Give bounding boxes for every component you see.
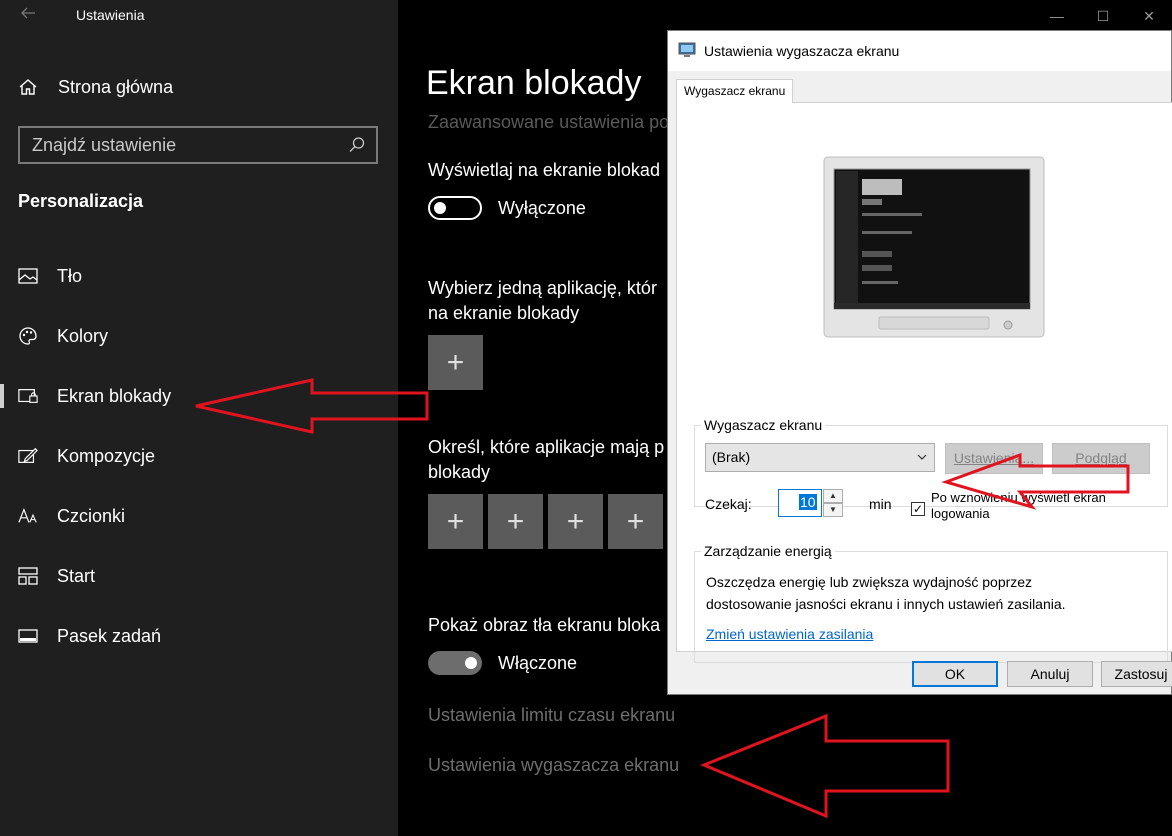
lock-screen-icon <box>18 386 38 406</box>
taskbar-icon <box>18 626 38 646</box>
close-icon[interactable]: ✕ <box>1126 0 1172 32</box>
power-group-title: Zarządzanie energią <box>701 543 835 559</box>
add-quick-app-button[interactable]: + <box>428 494 483 549</box>
chevron-down-icon <box>916 450 928 466</box>
home-label: Strona główna <box>58 76 174 97</box>
change-power-settings-link[interactable]: Zmień ustawienia zasilania <box>706 626 873 642</box>
screensaver-dialog: Ustawienia wygaszacza ekranu Wygaszacz e… <box>667 30 1172 695</box>
screensaver-settings-button[interactable]: Ustawienia... <box>945 443 1043 474</box>
add-quick-app-button[interactable]: + <box>488 494 543 549</box>
add-quick-app-button[interactable]: + <box>548 494 603 549</box>
section-title: Personalizacja <box>18 191 144 211</box>
theme-brush-icon <box>18 446 38 466</box>
show-on-lock-state: Wyłączone <box>498 198 586 218</box>
back-arrow-icon[interactable] <box>16 4 40 28</box>
add-detailed-app-button[interactable]: + <box>428 335 483 390</box>
dialog-title-bar: Ustawienia wygaszacza ekranu <box>668 31 1171 71</box>
sidebar-item-taskbar[interactable]: Pasek zadań <box>0 606 398 666</box>
sidebar: Ustawienia Strona główna Personalizacja … <box>0 0 398 836</box>
tab-screensaver[interactable]: Wygaszacz ekranu <box>676 79 794 103</box>
cancel-button[interactable]: Anuluj <box>1007 661 1093 687</box>
app-title: Ustawienia <box>76 7 145 23</box>
dialog-title: Ustawienia wygaszacza ekranu <box>704 43 900 59</box>
wait-minutes-value: 10 <box>799 494 817 510</box>
sidebar-item-label: Kompozycje <box>57 445 156 466</box>
show-bg-toggle[interactable] <box>428 651 482 675</box>
screensaver-settings-link[interactable]: Ustawienia wygaszacza ekranu <box>428 755 679 776</box>
search-icon[interactable] <box>348 136 366 154</box>
wait-unit: min <box>869 496 892 512</box>
sidebar-item-themes[interactable]: Kompozycje <box>0 426 398 486</box>
palette-icon <box>18 326 38 346</box>
show-on-lock-toggle[interactable] <box>428 196 482 220</box>
power-description-cont: dostosowanie jasności ekranu i innych us… <box>706 596 1066 612</box>
screensaver-select-value: (Brak) <box>712 449 751 465</box>
show-bg-state: Włączone <box>498 653 578 673</box>
home-icon <box>18 77 38 97</box>
window-controls: — ☐ ✕ <box>1034 0 1172 32</box>
advanced-settings-link[interactable]: Zaawansowane ustawienia po <box>428 112 669 133</box>
show-on-lock-label: Wyświetlaj na ekranie blokad <box>428 160 660 180</box>
resume-logon-label-cont: logowania <box>931 506 990 521</box>
wait-label: Czekaj: <box>705 496 752 512</box>
apply-button[interactable]: Zastosuj <box>1101 661 1172 687</box>
monitor-app-icon <box>678 41 696 59</box>
quick-apps-label-cont: blokady <box>428 462 491 482</box>
sidebar-item-label: Ekran blokady <box>57 385 172 406</box>
image-icon <box>18 266 38 286</box>
home-nav-item[interactable]: Strona główna <box>18 72 173 102</box>
screensaver-select[interactable]: (Brak) <box>705 443 935 472</box>
screen-timeout-link[interactable]: Ustawienia limitu czasu ekranu <box>428 705 675 726</box>
power-description: Oszczędza energię lub zwiększa wydajność… <box>706 574 1033 590</box>
spin-down-icon[interactable]: ▼ <box>823 503 843 517</box>
tab-panel: Wygaszacz ekranu (Brak) Ustawienia... Po… <box>676 102 1172 663</box>
preview-button[interactable]: Podgląd <box>1052 443 1150 474</box>
wait-minutes-field[interactable]: 10 ▲ ▼ <box>778 489 843 517</box>
sidebar-item-label: Pasek zadań <box>57 625 162 646</box>
spin-up-icon[interactable]: ▲ <box>823 489 843 503</box>
title-bar: Ustawienia <box>0 0 398 32</box>
monitor-preview <box>822 155 1046 346</box>
nav-list: Tło Kolory Ekran blokady Kompozycje Czci… <box>0 246 398 666</box>
sidebar-item-fonts[interactable]: Czcionki <box>0 486 398 546</box>
sidebar-item-colors[interactable]: Kolory <box>0 306 398 366</box>
sidebar-item-start[interactable]: Start <box>0 546 398 606</box>
wait-spinner[interactable]: ▲ ▼ <box>823 489 843 517</box>
screensaver-group-title: Wygaszacz ekranu <box>701 417 826 433</box>
font-icon <box>18 506 38 526</box>
add-quick-app-button[interactable]: + <box>608 494 663 549</box>
resume-logon-label: Po wznowieniu wyświetl ekran <box>931 490 1106 505</box>
screensaver-group: Wygaszacz ekranu (Brak) Ustawienia... Po… <box>694 417 1168 521</box>
search-input[interactable] <box>32 134 332 156</box>
detailed-app-label-cont: na ekranie blokady <box>428 303 580 323</box>
page-title: Ekran blokady <box>426 64 642 102</box>
sidebar-item-lock-screen[interactable]: Ekran blokady <box>0 366 398 426</box>
minimize-icon[interactable]: — <box>1034 0 1080 32</box>
search-box[interactable] <box>18 126 378 164</box>
ok-button[interactable]: OK <box>912 661 998 687</box>
power-group: Zarządzanie energią Oszczędza energię lu… <box>694 543 1168 663</box>
show-bg-label: Pokaż obraz tła ekranu bloka <box>428 615 661 635</box>
resume-logon-checkbox[interactable]: ✓ <box>911 502 925 516</box>
maximize-icon[interactable]: ☐ <box>1080 0 1126 32</box>
quick-apps-label: Określ, które aplikacje mają p <box>428 437 665 457</box>
start-icon <box>18 566 38 586</box>
sidebar-item-background[interactable]: Tło <box>0 246 398 306</box>
detailed-app-label: Wybierz jedną aplikację, któr <box>428 278 657 298</box>
sidebar-item-label: Kolory <box>57 325 109 346</box>
sidebar-item-label: Start <box>57 565 96 586</box>
sidebar-item-label: Czcionki <box>57 505 126 526</box>
sidebar-item-label: Tło <box>57 265 83 286</box>
